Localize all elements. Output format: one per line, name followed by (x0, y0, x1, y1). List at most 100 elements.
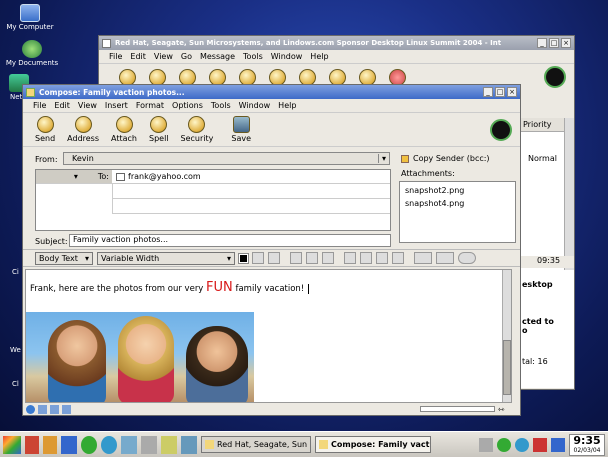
copy-sender-checkbox[interactable]: Copy Sender (bcc:) (401, 154, 490, 163)
composer-icon[interactable] (62, 404, 71, 414)
menu-edit[interactable]: Edit (130, 52, 146, 61)
tray-icon[interactable] (533, 437, 547, 452)
underline-icon[interactable] (322, 252, 334, 264)
menu-file[interactable]: File (109, 52, 122, 61)
file-icon[interactable] (299, 68, 316, 86)
menu-tools[interactable]: Tools (243, 52, 263, 61)
minimize-button[interactable]: _ (483, 87, 493, 97)
menu-go[interactable]: Go (181, 52, 192, 61)
font-select[interactable]: Variable Width ▾ (97, 251, 235, 265)
launcher-icon[interactable] (81, 435, 97, 454)
recipient-row-empty[interactable] (112, 184, 390, 199)
maximize-button[interactable]: □ (549, 38, 559, 48)
from-select[interactable]: Kevin ▾ (63, 152, 390, 165)
menu-file[interactable]: File (33, 101, 46, 110)
taskbar-task-mail[interactable]: Red Hat, Seagate, Sun Mic (201, 436, 311, 453)
numbered-list-icon[interactable] (360, 252, 372, 264)
get-msgs-icon[interactable] (119, 68, 136, 86)
compose-window[interactable]: Compose: Family vaction photos... _ □ × Fi… (22, 84, 521, 416)
attach-button[interactable]: Attach (111, 116, 137, 143)
body-scrollbar[interactable] (502, 270, 511, 402)
to-input[interactable]: frank@yahoo.com (112, 170, 201, 183)
documents-icon (22, 40, 42, 58)
attachment-item[interactable]: snapshot2.png (405, 184, 510, 197)
menu-edit[interactable]: Edit (54, 101, 70, 110)
scroll-thumb[interactable] (503, 340, 511, 395)
recipient-table[interactable]: ▾ To: frank@yahoo.com (35, 169, 391, 231)
align-icon[interactable] (414, 252, 432, 264)
next-icon[interactable] (269, 68, 286, 86)
clock[interactable]: 9:35 02/03/04 (569, 433, 605, 456)
recipient-row-empty[interactable] (112, 199, 390, 214)
menu-message[interactable]: Message (200, 52, 235, 61)
minimize-button[interactable]: _ (537, 38, 547, 48)
send-button[interactable]: Send (35, 116, 55, 143)
menu-view[interactable]: View (154, 52, 173, 61)
forward-icon[interactable] (239, 68, 256, 86)
bold-icon[interactable] (290, 252, 302, 264)
close-button[interactable]: × (561, 38, 571, 48)
outdent-icon[interactable] (376, 252, 388, 264)
compose-icon[interactable] (149, 68, 166, 86)
tray-icon[interactable] (497, 437, 511, 452)
text-color-icon[interactable] (238, 252, 249, 264)
attachments-list[interactable]: snapshot2.png snapshot4.png (399, 181, 516, 243)
mail-title-bar[interactable]: Red Hat, Seagate, Sun Microsystems, and … (99, 36, 574, 50)
desktop-icon-my-documents[interactable]: My Documents (4, 40, 60, 67)
address-button[interactable]: Address (67, 116, 99, 143)
launcher-icon[interactable] (61, 435, 77, 454)
menu-insert[interactable]: Insert (105, 101, 128, 110)
insert-icon[interactable] (436, 252, 454, 264)
menu-window[interactable]: Window (271, 52, 303, 61)
print-icon[interactable] (359, 68, 376, 86)
menu-window[interactable]: Window (239, 101, 271, 110)
spell-button[interactable]: Spell (149, 116, 169, 143)
tray-icon[interactable] (479, 437, 493, 452)
paragraph-style-select[interactable]: Body Text ▾ (35, 251, 93, 265)
taskbar-task-compose[interactable]: Compose: Family vaction (315, 436, 431, 453)
launcher-icon[interactable] (25, 435, 39, 454)
launcher-icon[interactable] (141, 435, 157, 454)
save-button[interactable]: Save (231, 116, 251, 143)
attachment-item[interactable]: snapshot4.png (405, 197, 510, 210)
recipient-type-select[interactable]: ▾ To: (36, 170, 112, 183)
stop-icon[interactable] (389, 68, 406, 86)
maximize-button[interactable]: □ (495, 87, 505, 97)
compose-toolbar: Send Address Attach Spell Security Save (23, 113, 520, 147)
larger-font-icon[interactable] (268, 252, 280, 264)
mail-icon[interactable] (121, 435, 137, 454)
online-icon[interactable] (26, 404, 35, 414)
tray-icon[interactable] (551, 437, 565, 452)
start-menu-icon[interactable] (3, 435, 21, 454)
menu-help[interactable]: Help (278, 101, 296, 110)
launcher-icon[interactable] (161, 435, 177, 454)
mail-icon[interactable] (38, 404, 47, 414)
smaller-font-icon[interactable] (252, 252, 264, 264)
tray-icon[interactable] (515, 437, 529, 452)
reply-all-icon[interactable] (209, 68, 226, 86)
close-button[interactable]: × (507, 87, 517, 97)
bullet-list-icon[interactable] (344, 252, 356, 264)
menu-format[interactable]: Format (136, 101, 164, 110)
launcher-icon[interactable] (43, 435, 57, 454)
menu-help[interactable]: Help (310, 52, 328, 61)
taskbar: Red Hat, Seagate, Sun Mic Compose: Famil… (0, 431, 608, 457)
chevron-down-icon: ▾ (226, 253, 231, 263)
compose-title-bar[interactable]: Compose: Family vaction photos... _ □ × (23, 85, 520, 99)
delete-icon[interactable] (329, 68, 346, 86)
subject-input[interactable]: Family vaction photos... (69, 234, 391, 247)
indent-icon[interactable] (392, 252, 404, 264)
addressbook-icon[interactable] (50, 404, 59, 414)
desktop-icon-my-computer[interactable]: My Computer (4, 4, 56, 31)
menu-view[interactable]: View (78, 101, 97, 110)
launcher-icon[interactable] (181, 435, 197, 454)
reply-icon[interactable] (179, 68, 196, 86)
menu-options[interactable]: Options (172, 101, 203, 110)
message-body[interactable]: Frank, here are the photos from our very… (25, 269, 512, 403)
browser-icon[interactable] (101, 435, 117, 454)
from-value: Kevin (72, 154, 94, 163)
italic-icon[interactable] (306, 252, 318, 264)
smiley-icon[interactable] (458, 252, 476, 264)
security-button[interactable]: Security (181, 116, 213, 143)
menu-tools[interactable]: Tools (211, 101, 231, 110)
